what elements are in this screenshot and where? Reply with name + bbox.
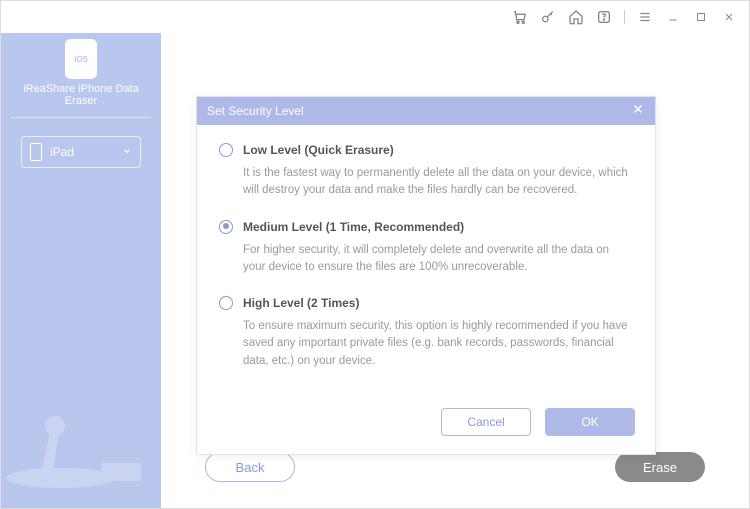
option-high: High Level (2 Times) To ensure maximum s… xyxy=(219,296,633,370)
product-name: iReaShare iPhone Data Eraser xyxy=(11,83,151,107)
dialog-footer: Cancel OK xyxy=(197,398,655,454)
key-icon[interactable] xyxy=(540,9,556,25)
radio-medium[interactable]: Medium Level (1 Time, Recommended) xyxy=(219,220,633,234)
dialog-body: Low Level (Quick Erasure) It is the fast… xyxy=(197,125,655,398)
option-desc: To ensure maximum security, this option … xyxy=(243,318,633,370)
logo: iOS iReaShare iPhone Data Eraser xyxy=(11,33,151,118)
logo-icon: iOS xyxy=(65,39,97,79)
option-low: Low Level (Quick Erasure) It is the fast… xyxy=(219,143,633,200)
ok-button[interactable]: OK xyxy=(545,408,635,436)
option-title: Low Level (Quick Erasure) xyxy=(243,143,394,157)
erase-button[interactable]: Erase xyxy=(615,452,705,482)
footer-buttons: Back Erase xyxy=(201,452,709,488)
back-button[interactable]: Back xyxy=(205,452,295,482)
option-title: Medium Level (1 Time, Recommended) xyxy=(243,220,464,234)
title-bar xyxy=(1,1,749,33)
minimize-icon[interactable] xyxy=(665,9,681,25)
dialog-header: Set Security Level xyxy=(197,97,655,125)
radio-icon xyxy=(219,296,233,310)
dialog-close-icon[interactable] xyxy=(631,102,645,120)
cancel-button[interactable]: Cancel xyxy=(441,408,531,436)
separator xyxy=(624,10,625,24)
radio-icon xyxy=(219,143,233,157)
option-desc: For higher security, it will completely … xyxy=(243,242,633,277)
chevron-down-icon xyxy=(122,145,132,159)
option-title: High Level (2 Times) xyxy=(243,296,359,310)
device-selector[interactable]: iPad xyxy=(21,136,141,168)
dialog-title: Set Security Level xyxy=(207,104,304,118)
option-medium: Medium Level (1 Time, Recommended) For h… xyxy=(219,220,633,277)
radio-icon xyxy=(219,220,233,234)
home-icon[interactable] xyxy=(568,9,584,25)
menu-icon[interactable] xyxy=(637,9,653,25)
radio-high[interactable]: High Level (2 Times) xyxy=(219,296,633,310)
radio-low[interactable]: Low Level (Quick Erasure) xyxy=(219,143,633,157)
option-desc: It is the fastest way to permanently del… xyxy=(243,165,633,200)
help-icon[interactable] xyxy=(596,9,612,25)
device-icon xyxy=(30,143,42,161)
device-label: iPad xyxy=(50,145,74,159)
security-level-dialog: Set Security Level Low Level (Quick Eras… xyxy=(196,96,656,455)
sidebar-decoration xyxy=(1,388,161,508)
cart-icon[interactable] xyxy=(512,9,528,25)
maximize-icon[interactable] xyxy=(693,9,709,25)
close-icon[interactable] xyxy=(721,9,737,25)
sidebar: iOS iReaShare iPhone Data Eraser iPad xyxy=(1,33,161,508)
